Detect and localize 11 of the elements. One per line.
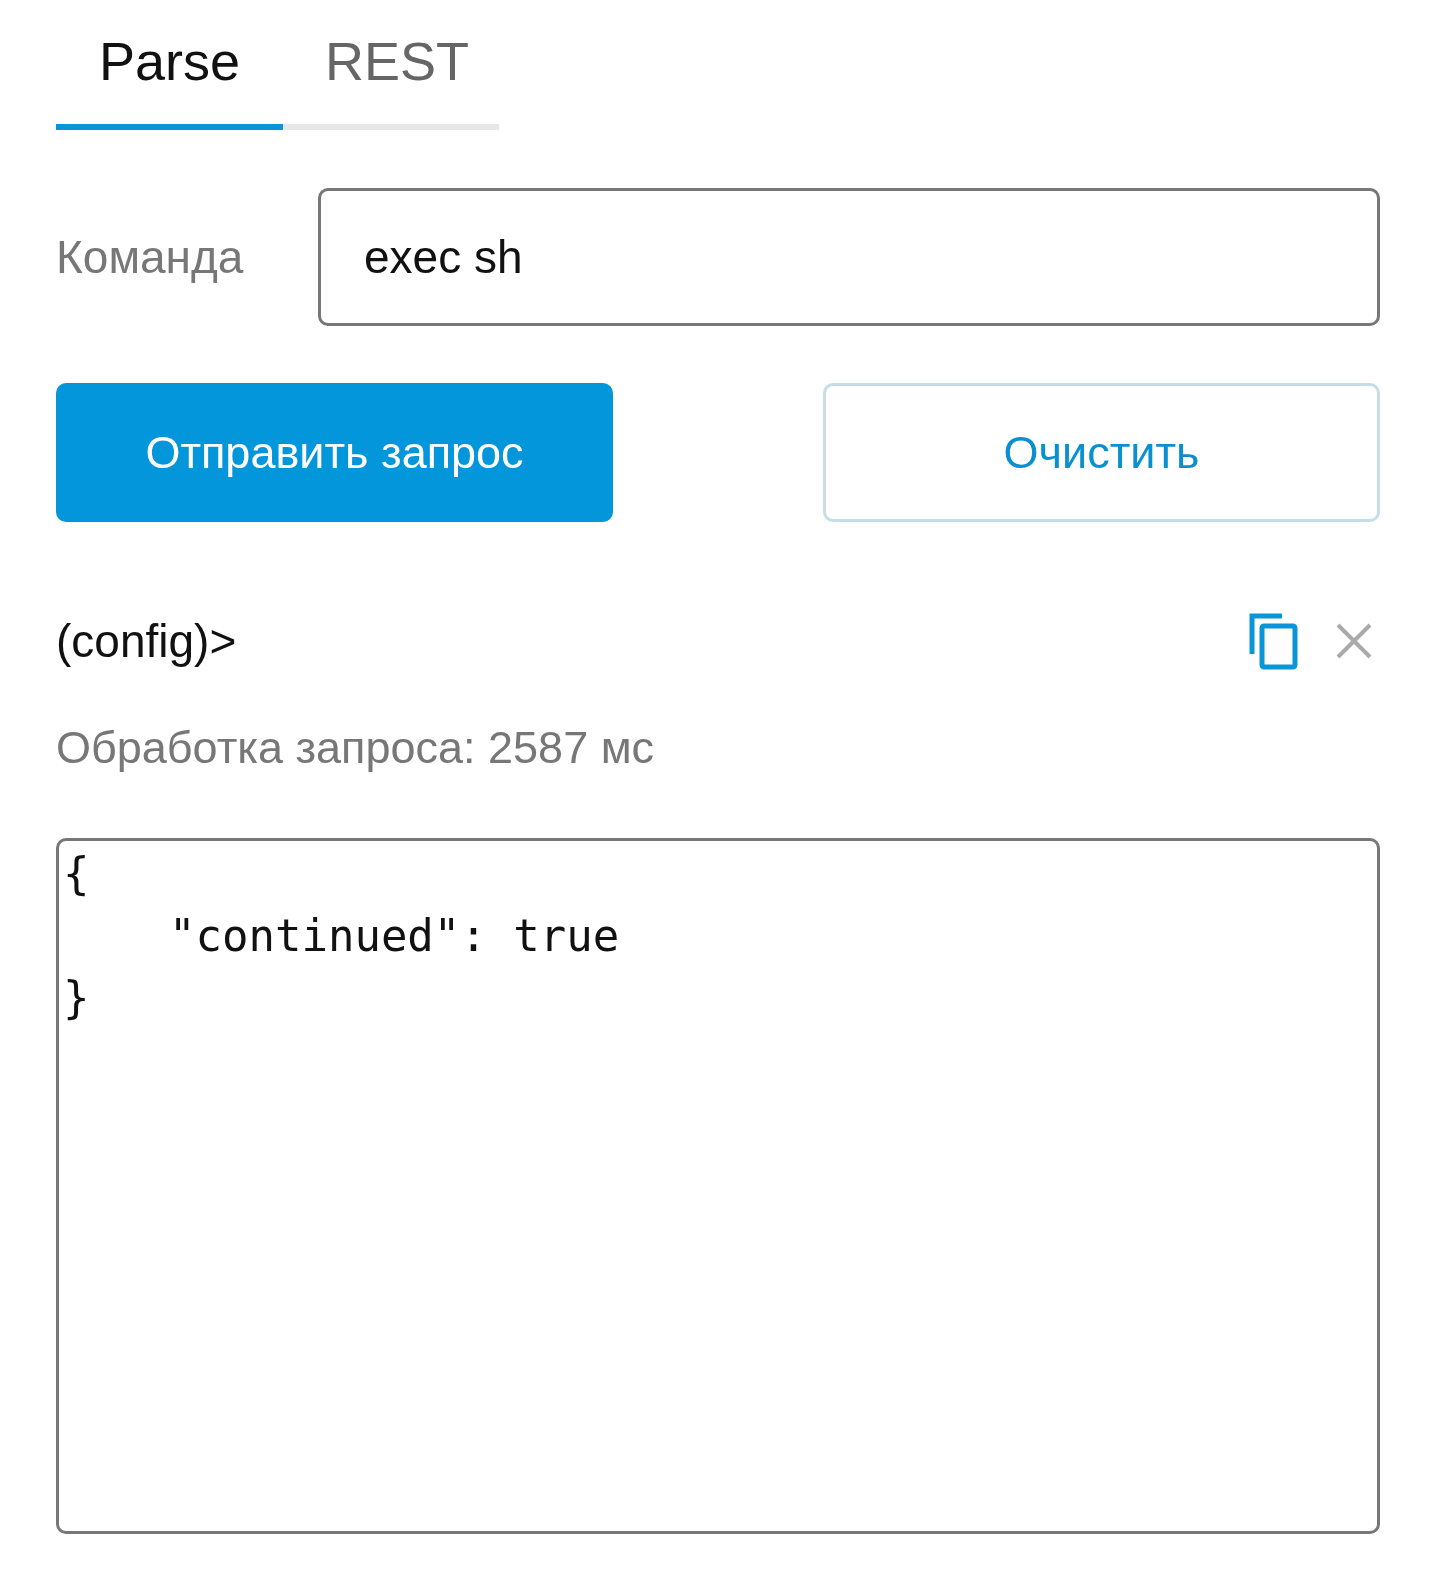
- tab[interactable]: REST: [283, 30, 499, 130]
- command-field[interactable]: exec sh: [318, 188, 1380, 326]
- send-button[interactable]: Отправить запрос: [56, 383, 613, 522]
- copy-icon[interactable]: [1248, 612, 1298, 670]
- timing-text: Обработка запроса: 2587 мс: [56, 722, 656, 774]
- close-icon[interactable]: [1336, 623, 1372, 659]
- output-field: { "continued": true }: [56, 838, 1380, 1534]
- clear-button[interactable]: Очистить: [823, 383, 1380, 522]
- field-label: Команда: [56, 230, 245, 284]
- prompt-text: (config)>: [56, 614, 237, 668]
- tab[interactable]: Parse: [56, 30, 283, 130]
